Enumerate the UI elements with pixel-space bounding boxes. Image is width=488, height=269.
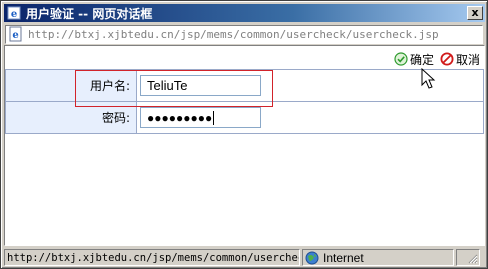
title-bar[interactable]: e 用户验证 -- 网页对话框 x <box>4 4 485 22</box>
svg-text:e: e <box>11 9 17 20</box>
status-bar: http://btxj.xjbtedu.cn/jsp/mems/common/u… <box>4 248 485 267</box>
ok-label: 确定 <box>409 52 434 67</box>
ok-button[interactable]: 确定 <box>394 51 434 68</box>
password-row: 密码: ●●●●●●●●● <box>5 101 484 134</box>
address-url: http://btxj.xjbtedu.cn/jsp/mems/common/u… <box>28 27 439 41</box>
text-caret <box>213 110 215 125</box>
svg-text:e: e <box>12 30 18 41</box>
ie-page-icon: e <box>6 5 22 21</box>
status-zone-pane: Internet <box>302 249 454 266</box>
cancel-button[interactable]: 取消 <box>440 51 480 68</box>
username-value: TeliuTe <box>147 78 188 93</box>
window-title: 用户验证 -- 网页对话框 <box>26 6 153 21</box>
no-entry-icon <box>440 52 454 66</box>
dialog-toolbar: 确定 取消 <box>394 50 480 68</box>
resize-grip[interactable] <box>456 249 480 266</box>
password-input[interactable]: ●●●●●●●●● <box>140 107 261 128</box>
dialog-content: 确定 取消 用户名: TeliuTe 密码: ●●●●●●●●● <box>4 45 485 246</box>
password-label: 密码: <box>5 101 137 134</box>
dialog-window: e 用户验证 -- 网页对话框 x e http://btxj.xjbtedu.… <box>0 0 488 269</box>
status-url: http://btxj.xjbtedu.cn/jsp/mems/common/u… <box>7 251 300 264</box>
username-label: 用户名: <box>5 69 137 102</box>
page-icon: e <box>8 26 24 42</box>
cancel-label: 取消 <box>455 52 480 67</box>
globe-icon <box>305 251 319 264</box>
mouse-pointer-icon <box>421 68 436 89</box>
status-zone-text: Internet <box>323 250 364 265</box>
password-cell: ●●●●●●●●● <box>136 101 484 134</box>
check-icon <box>394 52 408 66</box>
resize-grip-icon <box>468 254 478 264</box>
username-row: 用户名: TeliuTe <box>5 69 484 102</box>
address-field[interactable]: e http://btxj.xjbtedu.cn/jsp/mems/common… <box>5 24 483 44</box>
address-bar: e http://btxj.xjbtedu.cn/jsp/mems/common… <box>4 24 485 44</box>
login-form: 用户名: TeliuTe 密码: ●●●●●●●●● <box>5 69 484 134</box>
password-value: ●●●●●●●●● <box>147 110 213 125</box>
status-url-pane: http://btxj.xjbtedu.cn/jsp/mems/common/u… <box>4 249 300 266</box>
username-input[interactable]: TeliuTe <box>140 75 261 96</box>
close-button[interactable]: x <box>467 6 483 20</box>
